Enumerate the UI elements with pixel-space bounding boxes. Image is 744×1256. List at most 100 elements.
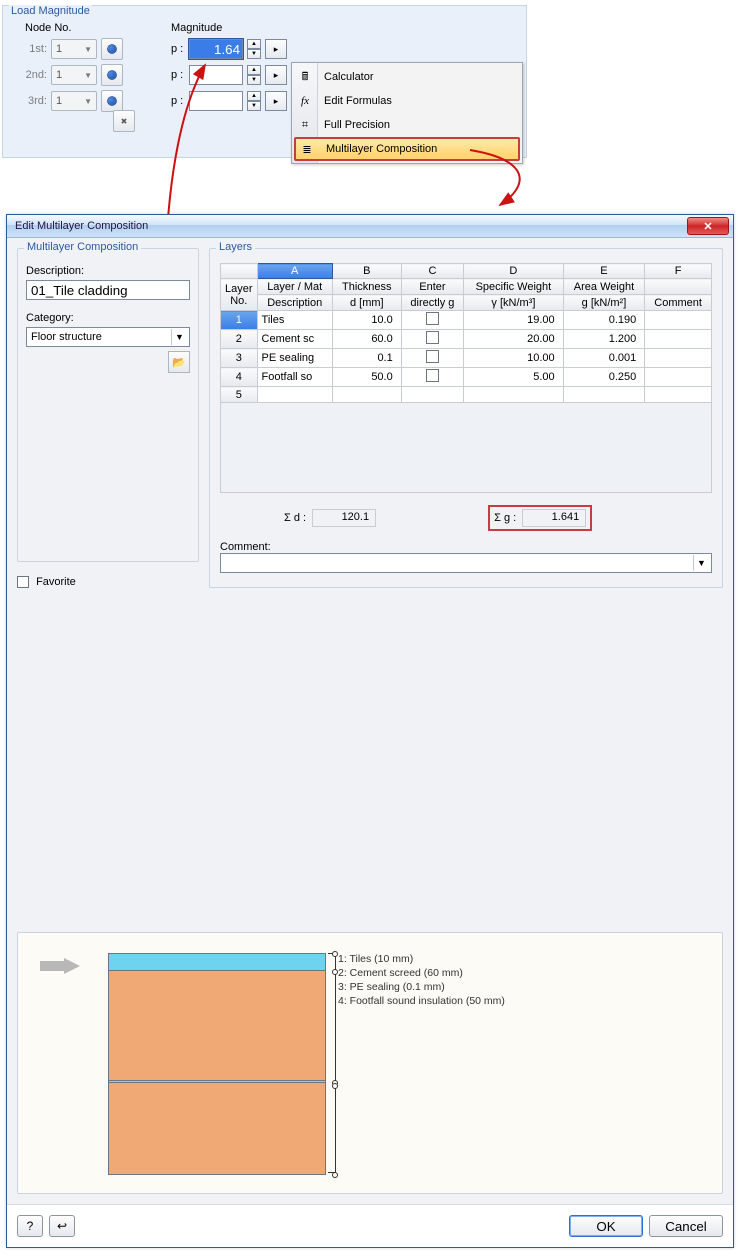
magnitude-more-button-3[interactable]: ▸: [265, 91, 287, 111]
chevron-down-icon: ▼: [693, 555, 709, 571]
ok-button[interactable]: OK: [569, 1215, 643, 1237]
layers-icon: ≣: [299, 141, 315, 157]
magnitude-input-2[interactable]: [189, 65, 243, 85]
pick-node-button-2[interactable]: [101, 64, 123, 86]
cell-specific-weight[interactable]: 20.00: [464, 330, 564, 349]
menu-item-label: Calculator: [324, 71, 374, 83]
dialog-titlebar[interactable]: Edit Multilayer Composition ✕: [7, 215, 733, 238]
cell-area-weight[interactable]: 0.250: [563, 368, 645, 387]
pick-node-button-3[interactable]: [101, 90, 123, 112]
table-row[interactable]: 2Cement sc60.0 20.001.200: [221, 330, 712, 349]
cell-thickness[interactable]: [332, 387, 401, 403]
category-select[interactable]: Floor structure ▼: [26, 327, 190, 347]
favorite-checkbox[interactable]: [17, 576, 29, 588]
cell-material[interactable]: Tiles: [257, 311, 332, 330]
cell-specific-weight[interactable]: 10.00: [464, 349, 564, 368]
cell-thickness[interactable]: 60.0: [332, 330, 401, 349]
cell-material[interactable]: [257, 387, 332, 403]
library-button[interactable]: 📂: [168, 351, 190, 373]
hdr-e1: Area Weight: [563, 279, 645, 295]
row-header[interactable]: 1: [221, 311, 258, 330]
cell-comment[interactable]: [645, 368, 712, 387]
p-label-1: p :: [171, 43, 185, 55]
row-header[interactable]: 5: [221, 387, 258, 403]
layers-title: Layers: [216, 241, 255, 253]
preview-label-3: 3: PE sealing (0.1 mm): [338, 980, 505, 994]
reset-button[interactable]: ↩: [49, 1215, 75, 1237]
spin-down-2[interactable]: ▼: [247, 75, 261, 85]
cell-enter-directly[interactable]: [401, 368, 463, 387]
col-letter-f[interactable]: F: [645, 264, 712, 279]
spin-up-1[interactable]: ▲: [247, 39, 261, 49]
cell-material[interactable]: PE sealing: [257, 349, 332, 368]
col-letter-d[interactable]: D: [464, 264, 564, 279]
row-header[interactable]: 4: [221, 368, 258, 387]
preview-label-1: 1: Tiles (10 mm): [338, 952, 505, 966]
category-label: Category:: [26, 312, 190, 324]
magnitude-input-1[interactable]: [189, 39, 243, 59]
menu-item-full-precision[interactable]: ⌗ Full Precision: [292, 113, 522, 137]
edit-multilayer-dialog: Edit Multilayer Composition ✕ Multilayer…: [6, 214, 734, 1248]
spin-up-3[interactable]: ▲: [247, 91, 261, 101]
layers-table[interactable]: A B C D E F Layer No. Layer / Mat Thickn…: [220, 263, 712, 403]
cell-comment[interactable]: [645, 311, 712, 330]
node-no-column: Node No. 1st: 1▼ 2nd: 1▼ 3rd: 1▼: [25, 22, 123, 116]
cell-area-weight[interactable]: 1.200: [563, 330, 645, 349]
cell-enter-directly[interactable]: [401, 349, 463, 368]
cell-specific-weight[interactable]: 5.00: [464, 368, 564, 387]
col-letter-a[interactable]: A: [257, 264, 332, 279]
magnitude-more-button-2[interactable]: ▸: [265, 65, 287, 85]
cell-comment[interactable]: [645, 330, 712, 349]
chevron-down-icon: ▼: [84, 71, 92, 80]
table-row[interactable]: 4Footfall so50.0 5.000.250: [221, 368, 712, 387]
menu-item-calculator[interactable]: 🖩 Calculator: [292, 65, 522, 89]
cell-comment[interactable]: [645, 349, 712, 368]
cancel-button[interactable]: Cancel: [649, 1215, 723, 1237]
cell-thickness[interactable]: 10.0: [332, 311, 401, 330]
cell-area-weight[interactable]: 0.190: [563, 311, 645, 330]
cell-area-weight[interactable]: [563, 387, 645, 403]
node-select-3[interactable]: 1▼: [51, 91, 97, 111]
comment-input[interactable]: ▼: [220, 553, 712, 573]
help-button[interactable]: ?: [17, 1215, 43, 1237]
table-row[interactable]: 5: [221, 387, 712, 403]
cell-specific-weight[interactable]: 19.00: [464, 311, 564, 330]
cell-specific-weight[interactable]: [464, 387, 564, 403]
spin-up-2[interactable]: ▲: [247, 65, 261, 75]
ord-2: 2nd:: [25, 69, 47, 81]
col-letter-c[interactable]: C: [401, 264, 463, 279]
cell-material[interactable]: Footfall so: [257, 368, 332, 387]
menu-item-label: Edit Formulas: [324, 95, 392, 107]
cell-enter-directly[interactable]: [401, 311, 463, 330]
spin-down-1[interactable]: ▼: [247, 49, 261, 59]
cell-enter-directly[interactable]: [401, 387, 463, 403]
node-select-2[interactable]: 1▼: [51, 65, 97, 85]
delete-nodes-button[interactable]: ✖: [113, 110, 135, 132]
col-letter-e[interactable]: E: [563, 264, 645, 279]
col-letter-b[interactable]: B: [332, 264, 401, 279]
cell-enter-directly[interactable]: [401, 330, 463, 349]
node-select-1[interactable]: 1▼: [51, 39, 97, 59]
cell-comment[interactable]: [645, 387, 712, 403]
pick-node-button-1[interactable]: [101, 38, 123, 60]
hdr-c2: directly g: [401, 295, 463, 311]
description-input[interactable]: [26, 280, 190, 300]
cell-area-weight[interactable]: 0.001: [563, 349, 645, 368]
magnitude-more-button-1[interactable]: ▸: [265, 39, 287, 59]
hdr-f1: [645, 279, 712, 295]
cell-material[interactable]: Cement sc: [257, 330, 332, 349]
table-row[interactable]: 3PE sealing0.1 10.000.001: [221, 349, 712, 368]
cell-thickness[interactable]: 50.0: [332, 368, 401, 387]
table-row[interactable]: 1Tiles10.0 19.000.190: [221, 311, 712, 330]
menu-item-edit-formulas[interactable]: fx Edit Formulas: [292, 89, 522, 113]
row-header[interactable]: 3: [221, 349, 258, 368]
magnitude-input-3[interactable]: [189, 91, 243, 111]
menu-item-multilayer-composition[interactable]: ≣ Multilayer Composition: [294, 137, 520, 161]
row-header[interactable]: 2: [221, 330, 258, 349]
cell-thickness[interactable]: 0.1: [332, 349, 401, 368]
hdr-e2: g [kN/m²]: [563, 295, 645, 311]
favorite-label: Favorite: [36, 576, 76, 588]
spin-down-3[interactable]: ▼: [247, 101, 261, 111]
close-button[interactable]: ✕: [687, 217, 729, 235]
preview-layer-4: [108, 1083, 326, 1175]
